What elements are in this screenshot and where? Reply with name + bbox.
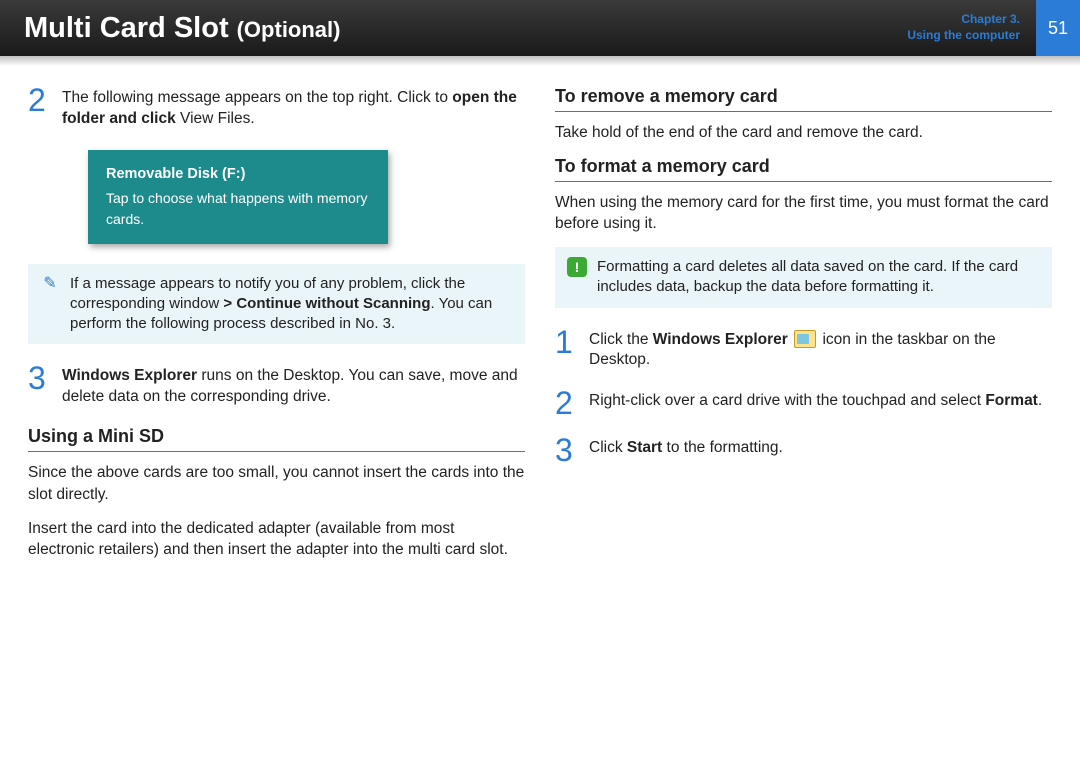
fstep2-a: Right-click over a card drive with the t… (589, 392, 985, 409)
step-body: Right-click over a card drive with the t… (589, 389, 1042, 418)
step-number: 3 (555, 436, 579, 465)
content-area: 2 The following message appears on the t… (0, 66, 1080, 593)
chapter-label: Chapter 3. (907, 12, 1020, 28)
chapter-info: Chapter 3. Using the computer (907, 12, 1026, 43)
heading-mini-sd: Using a Mini SD (28, 426, 525, 452)
format-p: When using the memory card for the first… (555, 192, 1052, 235)
note-box: ✎ If a message appears to notify you of … (28, 264, 525, 345)
notification-title: Removable Disk (F:) (106, 164, 370, 186)
fstep2-b: Format (985, 392, 1038, 409)
warning-box: ! Formatting a card deletes all data sav… (555, 247, 1052, 308)
minisd-p1: Since the above cards are too small, you… (28, 462, 525, 505)
step-number: 2 (555, 389, 579, 418)
header-shadow (0, 56, 1080, 66)
note-text: If a message appears to notify you of an… (70, 274, 513, 335)
fstep3-c: to the formatting. (662, 439, 783, 456)
step-body: Click Start to the formatting. (589, 436, 783, 465)
step3-a: Windows Explorer (62, 367, 197, 384)
title-suffix: (Optional) (237, 17, 341, 43)
fstep3-a: Click (589, 439, 627, 456)
left-column: 2 The following message appears on the t… (28, 86, 525, 573)
step-body: Windows Explorer runs on the Desktop. Yo… (62, 364, 525, 408)
step-number: 3 (28, 364, 52, 408)
header-right: Chapter 3. Using the computer 51 (907, 0, 1080, 56)
fstep3-b: Start (627, 439, 662, 456)
title-main: Multi Card Slot (24, 12, 229, 45)
note-b: > Continue without Scanning (223, 295, 430, 312)
page-number: 51 (1036, 0, 1080, 56)
windows-explorer-icon (794, 330, 816, 348)
warning-icon: ! (567, 257, 587, 277)
format-step-2: 2 Right-click over a card drive with the… (555, 389, 1052, 418)
heading-format: To format a memory card (555, 156, 1052, 182)
heading-remove: To remove a memory card (555, 86, 1052, 112)
step-2: 2 The following message appears on the t… (28, 86, 525, 130)
format-step-3: 3 Click Start to the formatting. (555, 436, 1052, 465)
fstep2-c: . (1038, 392, 1042, 409)
format-step-1: 1 Click the Windows Explorer icon in the… (555, 328, 1052, 372)
removable-disk-notification: Removable Disk (F:) Tap to choose what h… (88, 150, 388, 244)
pencil-icon: ✎ (40, 274, 60, 294)
page-title: Multi Card Slot (Optional) (24, 12, 340, 45)
right-column: To remove a memory card Take hold of the… (555, 86, 1052, 573)
step-number: 2 (28, 86, 52, 130)
step-body: The following message appears on the top… (62, 86, 525, 130)
step2-text-a: The following message appears on the top… (62, 89, 452, 106)
step-body: Click the Windows Explorer icon in the t… (589, 328, 1052, 372)
remove-p: Take hold of the end of the card and rem… (555, 122, 1052, 144)
step2-text-c: View Files. (176, 110, 255, 127)
minisd-p2: Insert the card into the dedicated adapt… (28, 518, 525, 561)
fstep1-b: Windows Explorer (653, 331, 788, 348)
step-number: 1 (555, 328, 579, 372)
warning-text: Formatting a card deletes all data saved… (597, 257, 1040, 298)
notification-body: Tap to choose what happens with memory c… (106, 188, 370, 230)
page-header: Multi Card Slot (Optional) Chapter 3. Us… (0, 0, 1080, 56)
step-3: 3 Windows Explorer runs on the Desktop. … (28, 364, 525, 408)
fstep1-a: Click the (589, 331, 653, 348)
chapter-sub: Using the computer (907, 28, 1020, 44)
